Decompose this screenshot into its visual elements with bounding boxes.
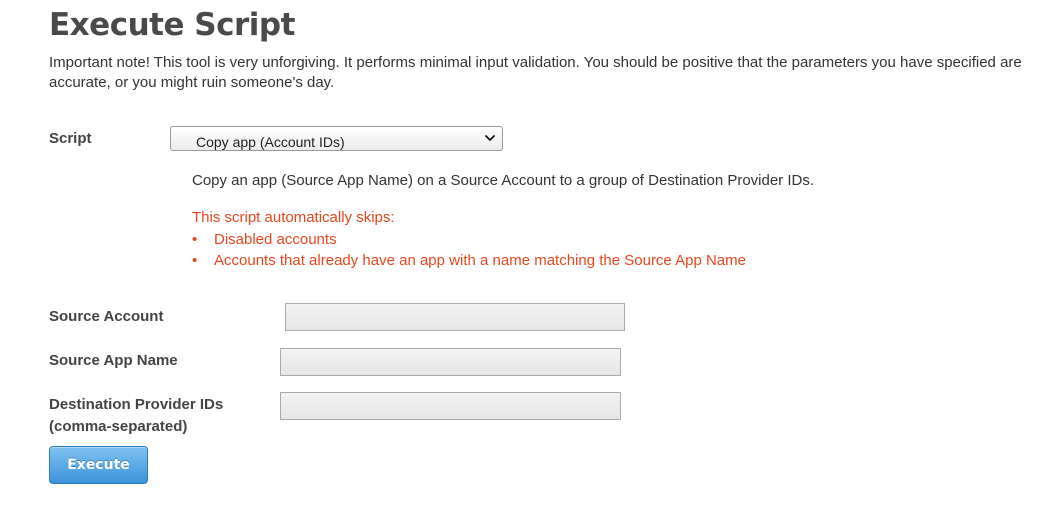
destination-provider-ids-hint: (comma-separated) [49, 418, 188, 435]
page-title: Execute Script [49, 7, 295, 43]
script-description: Copy an app (Source App Name) on a Sourc… [192, 172, 815, 189]
script-select[interactable]: Copy app (Account IDs) [170, 126, 503, 151]
important-note: Important note! This tool is very unforg… [49, 54, 1022, 91]
script-label: Script [49, 130, 92, 147]
skip-item-label: Disabled accounts [214, 231, 337, 248]
list-item: • Accounts that already have an app with… [192, 250, 746, 271]
destination-provider-ids-input[interactable] [280, 392, 621, 420]
execute-button[interactable]: Execute [49, 446, 148, 484]
list-item: • Disabled accounts [192, 229, 746, 250]
skips-list: • Disabled accounts • Accounts that alre… [192, 229, 746, 271]
bullet: • [192, 231, 198, 248]
skips-title: This script automatically skips: [192, 209, 395, 226]
script-select-value: Copy app (Account IDs) [196, 134, 345, 150]
source-account-input[interactable] [285, 303, 625, 331]
source-app-name-input[interactable] [280, 348, 621, 376]
skip-item-label: Accounts that already have an app with a… [214, 252, 746, 269]
destination-provider-ids-label: Destination Provider IDs [49, 396, 224, 413]
bullet: • [192, 252, 198, 269]
source-app-name-label: Source App Name [49, 352, 178, 369]
chevron-down-icon [485, 135, 495, 141]
source-account-label: Source Account [49, 308, 164, 325]
